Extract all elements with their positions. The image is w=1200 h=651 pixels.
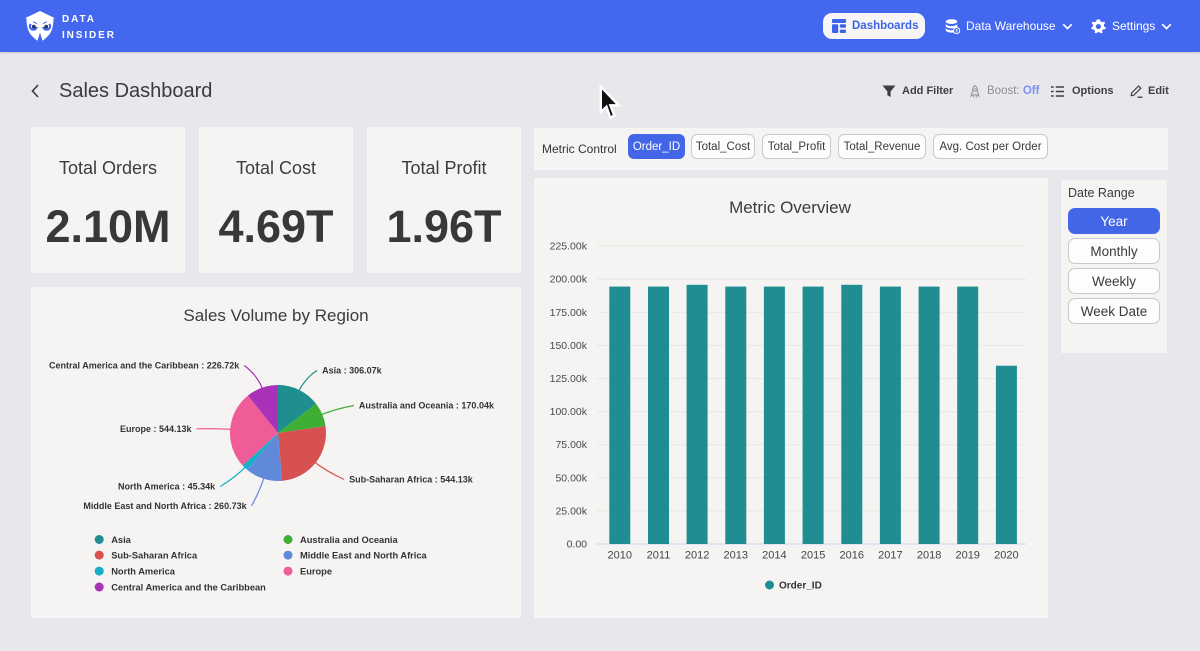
svg-text:Australia and Oceania: Australia and Oceania bbox=[300, 535, 398, 545]
svg-text:50.00k: 50.00k bbox=[555, 472, 587, 484]
svg-text:Metric Overview: Metric Overview bbox=[729, 198, 852, 217]
svg-text:Sub-Saharan Africa : 544.13k: Sub-Saharan Africa : 544.13k bbox=[349, 475, 474, 485]
svg-text:Sales Volume by Region: Sales Volume by Region bbox=[183, 306, 368, 325]
svg-text:Central America and the Caribb: Central America and the Caribbean bbox=[111, 582, 266, 592]
svg-text:2011: 2011 bbox=[647, 550, 671, 562]
svg-text:Middle East and North Africa: Middle East and North Africa bbox=[300, 550, 428, 560]
svg-text:2015: 2015 bbox=[801, 550, 825, 562]
svg-text:200.00k: 200.00k bbox=[550, 274, 588, 286]
svg-text:2020: 2020 bbox=[994, 550, 1018, 562]
svg-text:2013: 2013 bbox=[724, 550, 748, 562]
svg-text:2016: 2016 bbox=[840, 550, 864, 562]
svg-text:2018: 2018 bbox=[917, 550, 941, 562]
svg-text:25.00k: 25.00k bbox=[555, 505, 587, 517]
svg-text:Asia : 306.07k: Asia : 306.07k bbox=[322, 365, 383, 375]
svg-text:2012: 2012 bbox=[685, 550, 709, 562]
svg-text:150.00k: 150.00k bbox=[550, 340, 588, 352]
svg-text:Europe: Europe bbox=[300, 566, 332, 576]
svg-text:2014: 2014 bbox=[762, 550, 786, 562]
svg-text:Middle East and North Africa :: Middle East and North Africa : 260.73k bbox=[83, 501, 247, 511]
svg-text:2019: 2019 bbox=[955, 550, 979, 562]
svg-text:2010: 2010 bbox=[608, 550, 632, 562]
svg-text:0.00: 0.00 bbox=[567, 539, 588, 551]
svg-text:North America : 45.34k: North America : 45.34k bbox=[118, 482, 216, 492]
svg-text:75.00k: 75.00k bbox=[555, 439, 587, 451]
svg-text:2017: 2017 bbox=[878, 550, 902, 562]
svg-text:Central America and the Caribb: Central America and the Caribbean : 226.… bbox=[49, 361, 240, 371]
svg-text:175.00k: 175.00k bbox=[550, 307, 588, 319]
svg-text:North America: North America bbox=[111, 566, 176, 576]
svg-text:Australia and Oceania : 170.04: Australia and Oceania : 170.04k bbox=[359, 401, 495, 411]
svg-text:Sub-Saharan Africa: Sub-Saharan Africa bbox=[111, 550, 198, 560]
svg-text:100.00k: 100.00k bbox=[550, 406, 588, 418]
svg-text:Europe : 544.13k: Europe : 544.13k bbox=[120, 424, 193, 434]
svg-text:Asia: Asia bbox=[111, 535, 131, 545]
svg-text:125.00k: 125.00k bbox=[550, 373, 588, 385]
svg-text:225.00k: 225.00k bbox=[550, 241, 588, 253]
svg-text:Order_ID: Order_ID bbox=[779, 581, 822, 592]
